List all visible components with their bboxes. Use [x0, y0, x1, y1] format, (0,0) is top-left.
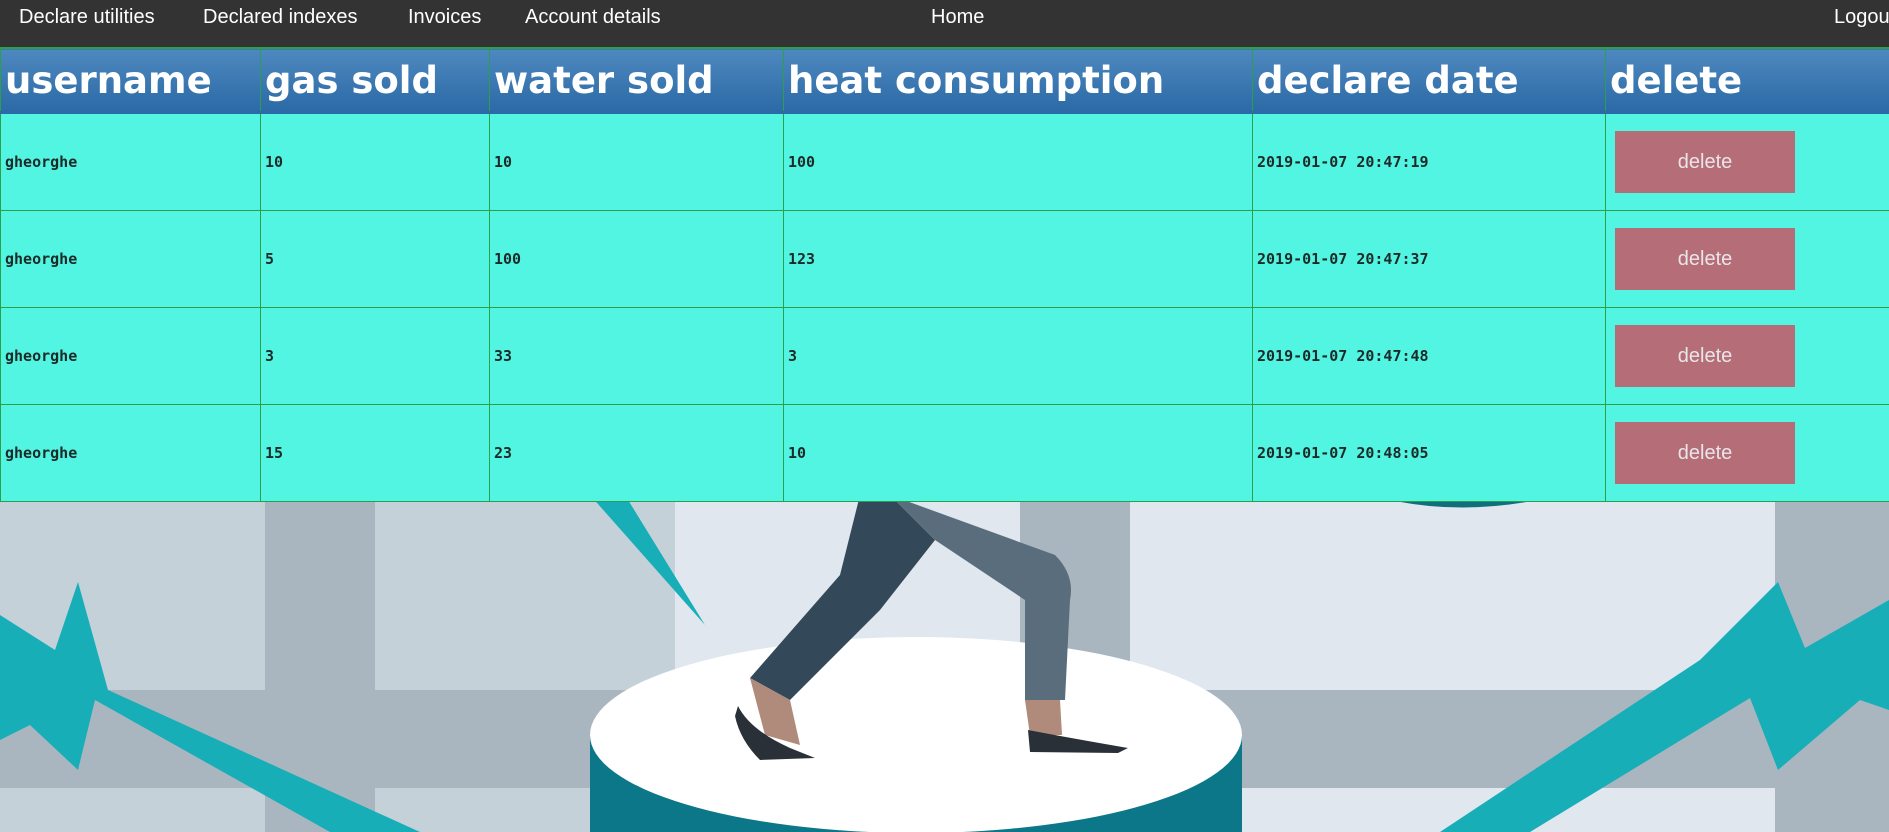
- cell-heat-consumption: 100: [783, 112, 1253, 211]
- declared-indexes-table: username gas sold water sold heat consum…: [0, 48, 1889, 502]
- cell-declare-date: 2019-01-07 20:47:37: [1252, 210, 1606, 308]
- cell-username: gheorghe: [0, 307, 261, 405]
- table-row: gheorghe 5 100 123 2019-01-07 20:47:37 d…: [0, 210, 1889, 308]
- cell-water-sold: 10: [489, 112, 784, 211]
- header-water-sold: water sold: [489, 48, 784, 114]
- header-heat-consumption: heat consumption: [783, 48, 1253, 114]
- cell-username: gheorghe: [0, 112, 261, 211]
- cell-declare-date: 2019-01-07 20:47:48: [1252, 307, 1606, 405]
- delete-button[interactable]: delete: [1615, 228, 1795, 290]
- table-row: gheorghe 10 10 100 2019-01-07 20:47:19 d…: [0, 112, 1889, 211]
- cell-water-sold: 23: [489, 404, 784, 502]
- top-nav-bar: Declare utilities Declared indexes Invoi…: [0, 0, 1889, 48]
- nav-logout[interactable]: Logou: [1834, 0, 1889, 34]
- nav-invoices[interactable]: Invoices: [408, 0, 481, 34]
- cell-heat-consumption: 10: [783, 404, 1253, 502]
- cell-gas-sold: 15: [260, 404, 490, 502]
- header-username: username: [0, 48, 261, 114]
- header-declare-date: declare date: [1252, 48, 1606, 114]
- nav-declare-utilities[interactable]: Declare utilities: [19, 0, 155, 34]
- cell-declare-date: 2019-01-07 20:47:19: [1252, 112, 1606, 211]
- header-delete: delete: [1605, 48, 1889, 114]
- cell-gas-sold: 10: [260, 112, 490, 211]
- cell-heat-consumption: 123: [783, 210, 1253, 308]
- cell-delete: delete: [1605, 307, 1889, 405]
- cell-username: gheorghe: [0, 210, 261, 308]
- table-row: gheorghe 15 23 10 2019-01-07 20:48:05 de…: [0, 404, 1889, 502]
- delete-button[interactable]: delete: [1615, 131, 1795, 193]
- delete-button[interactable]: delete: [1615, 325, 1795, 387]
- cell-delete: delete: [1605, 112, 1889, 211]
- cell-heat-consumption: 3: [783, 307, 1253, 405]
- nav-declared-indexes[interactable]: Declared indexes: [203, 0, 358, 34]
- cell-declare-date: 2019-01-07 20:48:05: [1252, 404, 1606, 502]
- table-row: gheorghe 3 33 3 2019-01-07 20:47:48 dele…: [0, 307, 1889, 405]
- header-gas-sold: gas sold: [260, 48, 490, 114]
- table-header-row: username gas sold water sold heat consum…: [0, 48, 1889, 114]
- nav-home[interactable]: Home: [931, 0, 984, 34]
- cell-username: gheorghe: [0, 404, 261, 502]
- nav-divider: [0, 47, 1889, 48]
- delete-button[interactable]: delete: [1615, 422, 1795, 484]
- cell-water-sold: 100: [489, 210, 784, 308]
- nav-account-details[interactable]: Account details: [525, 0, 661, 34]
- cell-gas-sold: 3: [260, 307, 490, 405]
- cell-water-sold: 33: [489, 307, 784, 405]
- cell-gas-sold: 5: [260, 210, 490, 308]
- cell-delete: delete: [1605, 404, 1889, 502]
- cell-delete: delete: [1605, 210, 1889, 308]
